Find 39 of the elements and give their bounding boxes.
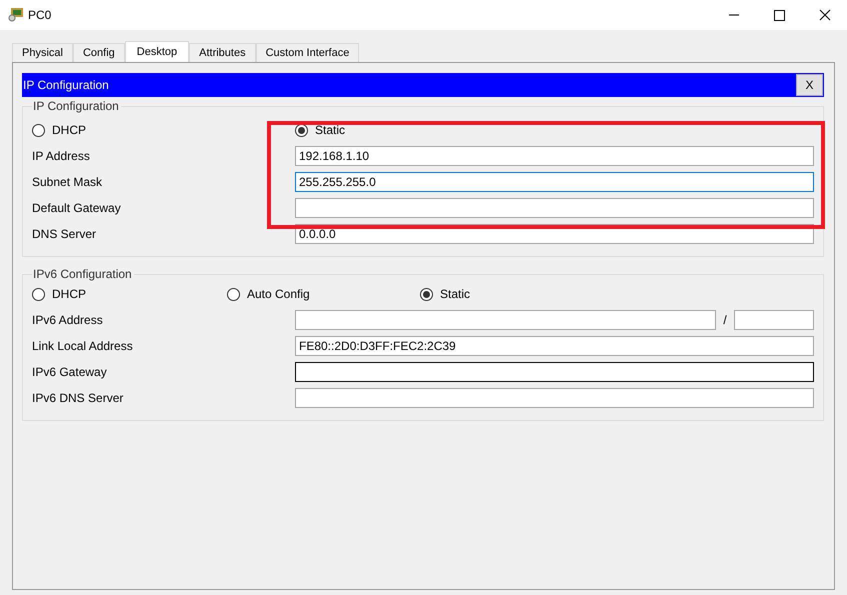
computer-icon (8, 8, 24, 22)
panel-title: IP Configuration (22, 78, 109, 92)
radio-label: DHCP (52, 123, 86, 137)
close-icon[interactable] (819, 9, 831, 21)
field-label: Link Local Address (32, 339, 134, 353)
input-field[interactable]: FE80::2D0:D3FF:FEC2:2C39 (295, 336, 814, 356)
maximize-icon[interactable] (774, 10, 785, 20)
input-field[interactable] (295, 310, 716, 330)
radio-button[interactable] (32, 288, 45, 300)
close-button[interactable]: X (796, 74, 823, 96)
radio-label: Static (315, 123, 346, 137)
field-label: Default Gateway (32, 201, 122, 215)
radio-label: Static (440, 287, 470, 301)
radio-label: Auto Config (247, 287, 310, 301)
field-label: Subnet Mask (32, 175, 104, 189)
tab[interactable]: Config (72, 43, 125, 62)
radio-button[interactable] (227, 288, 240, 300)
field-label: IP Address (32, 149, 91, 163)
group-title: IPv6 Configuration (32, 267, 133, 281)
tab[interactable]: Physical (12, 43, 73, 62)
field-label: DNS Server (32, 227, 98, 241)
radio-button[interactable] (32, 124, 45, 136)
tab[interactable]: Desktop (124, 41, 190, 62)
input-field[interactable] (295, 362, 814, 382)
prefix-field[interactable] (734, 310, 814, 330)
window-title: PC0 (28, 8, 52, 22)
input-field[interactable] (295, 388, 814, 408)
group-title: IP Configuration (32, 99, 120, 113)
tab[interactable]: Custom Interface (256, 43, 360, 62)
separator-label: / (722, 313, 728, 327)
field-label: IPv6 DNS Server (32, 391, 124, 405)
radio-button[interactable] (420, 288, 433, 300)
radio-label: DHCP (52, 287, 86, 301)
input-field[interactable] (295, 198, 814, 218)
field-label: IPv6 Gateway (32, 365, 108, 379)
input-field[interactable]: 192.168.1.10 (295, 146, 814, 166)
tab[interactable]: Attributes (189, 43, 256, 62)
field-label: IPv6 Address (32, 313, 104, 327)
input-field[interactable]: 255.255.255.0 (295, 172, 814, 192)
